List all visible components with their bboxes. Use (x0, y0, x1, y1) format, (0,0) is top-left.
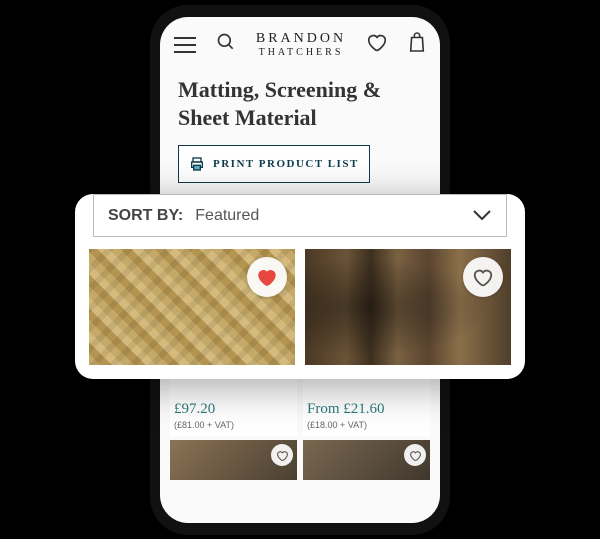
heart-icon (409, 449, 422, 462)
product-price: From £21.60 (307, 401, 426, 418)
print-product-list-button[interactable]: PRINT PRODUCT LIST (178, 145, 370, 183)
app-header: BRANDON THATCHERS (160, 17, 440, 66)
search-icon[interactable] (216, 32, 236, 57)
overlay-product-grid (89, 249, 511, 365)
favorite-button[interactable] (271, 444, 293, 466)
sort-dropdown[interactable]: SORT BY: Featured (93, 194, 507, 237)
menu-icon[interactable] (174, 37, 196, 53)
overlay-panel: SORT BY: Featured (75, 194, 525, 379)
product-card[interactable] (170, 440, 297, 480)
product-price: £97.20 (174, 401, 293, 418)
print-button-label: PRINT PRODUCT LIST (213, 158, 359, 170)
brand-logo[interactable]: BRANDON THATCHERS (256, 31, 346, 57)
product-vat: (£81.00 + VAT) (174, 420, 293, 430)
heart-icon-filled (256, 266, 278, 288)
print-icon (189, 156, 205, 172)
brand-line1: BRANDON (256, 31, 346, 46)
product-thumbnail-large[interactable] (305, 249, 511, 365)
heart-icon (472, 266, 494, 288)
product-thumbnail-large[interactable] (89, 249, 295, 365)
product-thumbnail (303, 440, 430, 480)
product-thumbnail (170, 440, 297, 480)
bag-icon[interactable] (408, 31, 426, 58)
brand-line2: THATCHERS (256, 47, 346, 58)
wishlist-icon[interactable] (366, 31, 388, 58)
sort-label: SORT BY: (108, 207, 183, 225)
product-vat: (£18.00 + VAT) (307, 420, 426, 430)
chevron-down-icon (472, 205, 492, 226)
favorite-button[interactable] (404, 444, 426, 466)
product-card[interactable] (303, 440, 430, 480)
heart-icon (276, 449, 289, 462)
sort-value: Featured (195, 207, 472, 225)
favorite-button[interactable] (247, 257, 287, 297)
page-title: Matting, Screening & Sheet Material (160, 66, 440, 145)
favorite-button[interactable] (463, 257, 503, 297)
product-grid-row2 (160, 436, 440, 480)
